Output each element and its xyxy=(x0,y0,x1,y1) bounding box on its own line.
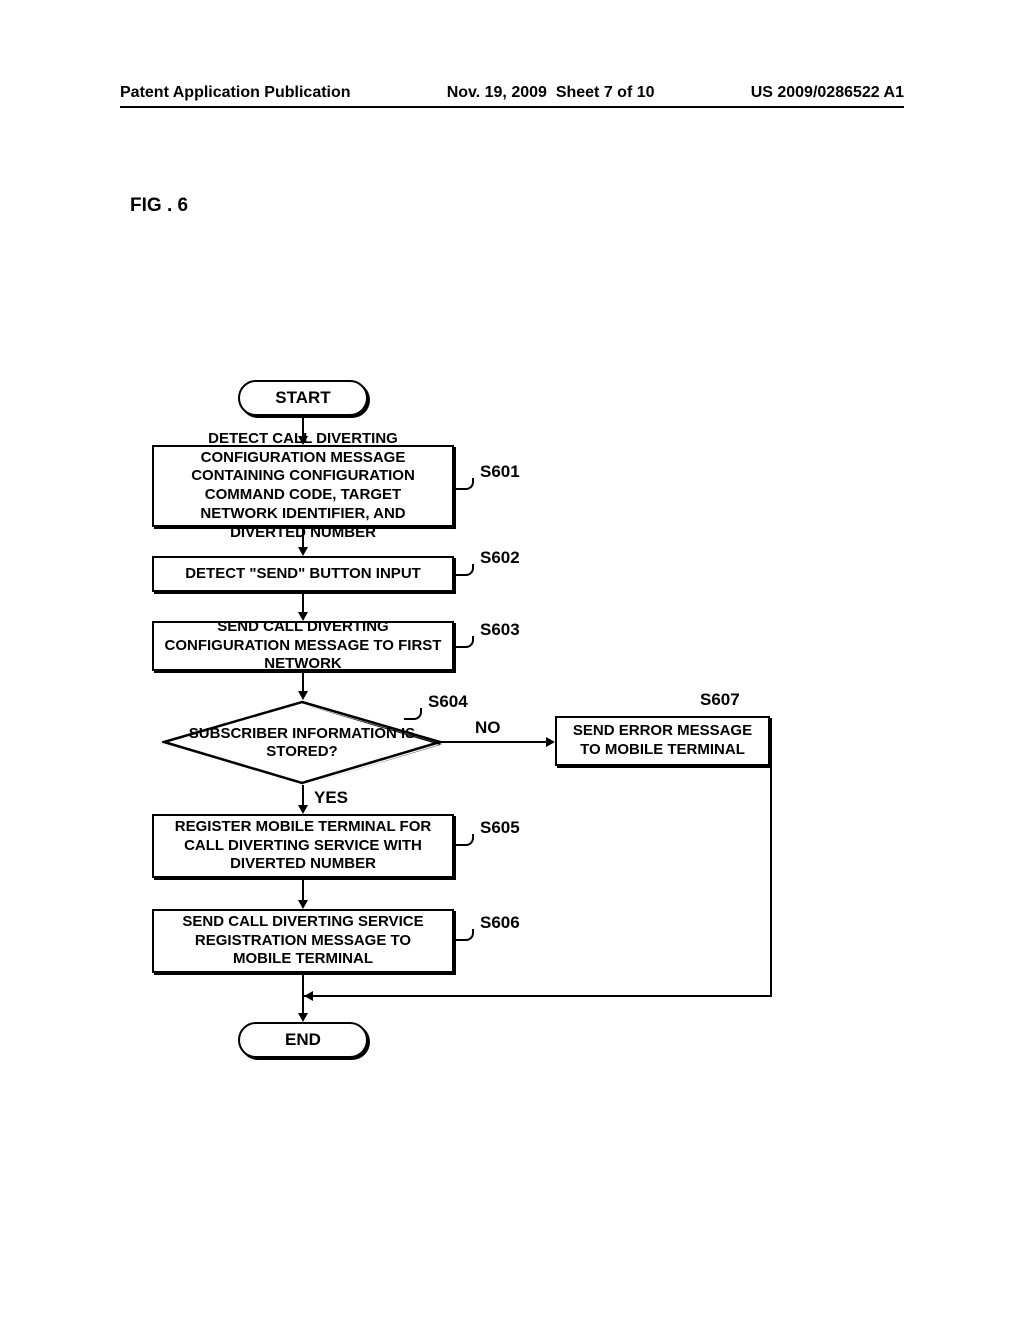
arrow xyxy=(302,529,304,549)
step-s603: SEND CALL DIVERTING CONFIGURATION MESSAG… xyxy=(152,621,454,671)
label-s601: S601 xyxy=(480,462,520,482)
figure-label: FIG . 6 xyxy=(130,195,188,217)
end-terminator: END xyxy=(238,1022,368,1058)
header-left: Patent Application Publication xyxy=(120,84,351,102)
step-s601: DETECT CALL DIVERTING CONFIGURATION MESS… xyxy=(152,445,454,527)
arrow xyxy=(302,975,304,1015)
header-pubno: US 2009/0286522 A1 xyxy=(751,84,904,102)
arrow xyxy=(302,594,304,614)
s604-text: SUBSCRIBER INFORMATION IS STORED? xyxy=(162,725,442,761)
label-s605: S605 xyxy=(480,818,520,838)
arrow xyxy=(440,741,548,743)
step-s602: DETECT "SEND" BUTTON INPUT xyxy=(152,556,454,592)
connector-tick xyxy=(456,636,474,648)
arrow-head-icon xyxy=(304,991,313,1001)
label-s603: S603 xyxy=(480,620,520,640)
arrow xyxy=(302,880,304,902)
label-s602: S602 xyxy=(480,548,520,568)
s601-text: DETECT CALL DIVERTING CONFIGURATION MESS… xyxy=(164,430,442,543)
connector-tick xyxy=(456,834,474,846)
arrow xyxy=(302,673,304,693)
header-date: Nov. 19, 2009 xyxy=(447,84,547,101)
arrow-head-icon xyxy=(298,805,308,814)
arrow xyxy=(770,768,772,995)
s603-text: SEND CALL DIVERTING CONFIGURATION MESSAG… xyxy=(164,618,442,674)
arrow xyxy=(302,785,304,807)
arrow-head-icon xyxy=(298,900,308,909)
s606-text: SEND CALL DIVERTING SERVICE REGISTRATION… xyxy=(164,913,442,969)
end-text: END xyxy=(285,1030,321,1050)
connector-tick xyxy=(456,929,474,941)
label-s606: S606 xyxy=(480,913,520,933)
start-terminator: START xyxy=(238,380,368,416)
step-s605: REGISTER MOBILE TERMINAL FOR CALL DIVERT… xyxy=(152,814,454,878)
step-s606: SEND CALL DIVERTING SERVICE REGISTRATION… xyxy=(152,909,454,973)
s607-text: SEND ERROR MESSAGE TO MOBILE TERMINAL xyxy=(567,722,758,760)
decision-s604: SUBSCRIBER INFORMATION IS STORED? xyxy=(162,700,442,785)
arrow-head-icon xyxy=(298,547,308,556)
arrow-head-icon xyxy=(298,691,308,700)
s605-text: REGISTER MOBILE TERMINAL FOR CALL DIVERT… xyxy=(164,818,442,874)
s602-text: DETECT "SEND" BUTTON INPUT xyxy=(185,565,421,584)
arrow-head-icon xyxy=(546,737,555,747)
label-yes: YES xyxy=(314,788,348,808)
connector-tick xyxy=(456,564,474,576)
step-s607: SEND ERROR MESSAGE TO MOBILE TERMINAL xyxy=(555,716,770,766)
arrow-head-icon xyxy=(298,1013,308,1022)
label-s604: S604 xyxy=(428,692,468,712)
start-text: START xyxy=(275,388,330,408)
header-sheet: Sheet 7 of 10 xyxy=(556,84,655,101)
page-header: Patent Application Publication Nov. 19, … xyxy=(120,84,904,108)
connector-tick xyxy=(456,478,474,490)
arrow xyxy=(303,995,772,997)
label-s607: S607 xyxy=(700,690,740,710)
label-no: NO xyxy=(475,718,501,738)
